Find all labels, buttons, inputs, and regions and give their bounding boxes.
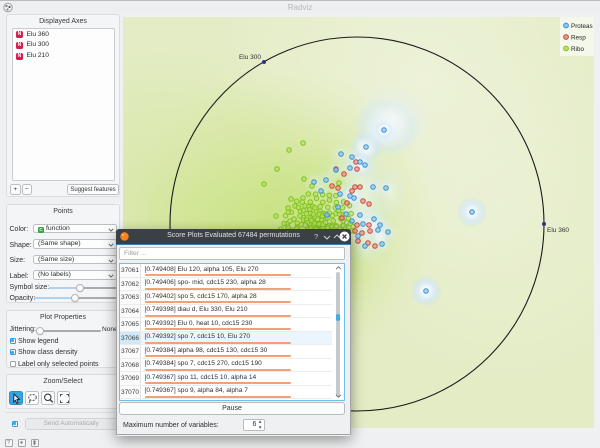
svg-text:Ribo: Ribo — [571, 46, 584, 53]
svg-text:Elu 300: Elu 300 — [239, 54, 261, 61]
svg-text:Elu 360: Elu 360 — [547, 227, 569, 234]
svg-text:Proteas: Proteas — [571, 23, 593, 30]
svg-text:Resp: Resp — [571, 34, 586, 41]
